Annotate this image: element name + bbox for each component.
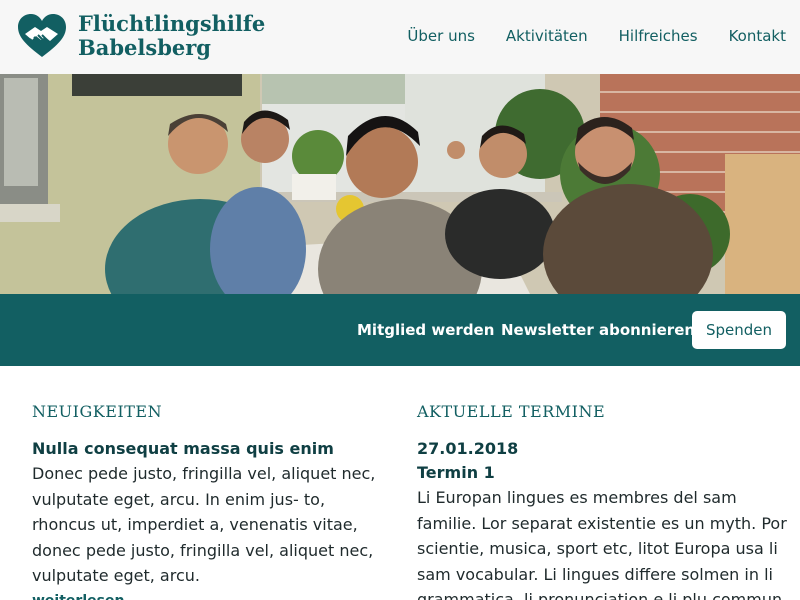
hero-image — [0, 74, 800, 294]
newsletter-subscribe-link[interactable]: Newsletter abonnieren — [501, 321, 695, 339]
nav-item-aktivitaeten[interactable]: Aktivitäten — [506, 27, 588, 45]
group-photo — [0, 74, 800, 294]
news-heading: NEUIGKEITEN — [32, 402, 163, 421]
event-date: 27.01.2018 — [417, 439, 519, 458]
logo-line-2: Babelsberg — [78, 35, 211, 60]
nav-item-ueber-uns[interactable]: Über uns — [407, 27, 475, 45]
site-header: Flüchtlingshilfe Babelsberg Über uns Akt… — [0, 0, 800, 74]
become-member-link[interactable]: Mitglied werden — [357, 321, 494, 339]
events-section: AKTUELLE TERMINE 27.01.2018 Termin 1 Li … — [417, 402, 787, 600]
cta-bar: Mitglied werden Newsletter abonnieren — [0, 294, 800, 366]
news-article-title: Nulla consequat massa quis enim — [32, 439, 334, 458]
news-section: NEUIGKEITEN Nulla consequat massa quis e… — [32, 402, 384, 600]
nav-item-kontakt[interactable]: Kontakt — [729, 27, 786, 45]
site-logo[interactable]: Flüchtlingshilfe Babelsberg — [16, 12, 265, 60]
logo-text: Flüchtlingshilfe Babelsberg — [68, 12, 265, 60]
nav-item-hilfreiches[interactable]: Hilfreiches — [619, 27, 698, 45]
donate-button[interactable]: Spenden — [692, 311, 786, 349]
logo-line-1: Flüchtlingshilfe — [78, 11, 266, 36]
event-description: Li Europan lingues es membres del sam fa… — [417, 488, 787, 600]
events-heading: AKTUELLE TERMINE — [417, 402, 606, 421]
event-title: Termin 1 — [417, 463, 495, 482]
heart-handshake-icon — [18, 14, 66, 57]
news-article-body: Donec pede justo, fringilla vel, aliquet… — [32, 464, 376, 585]
main-navigation: Über uns Aktivitäten Hilfreiches Kontakt — [407, 27, 786, 45]
read-more-link[interactable]: weiterlesen — [32, 593, 384, 600]
